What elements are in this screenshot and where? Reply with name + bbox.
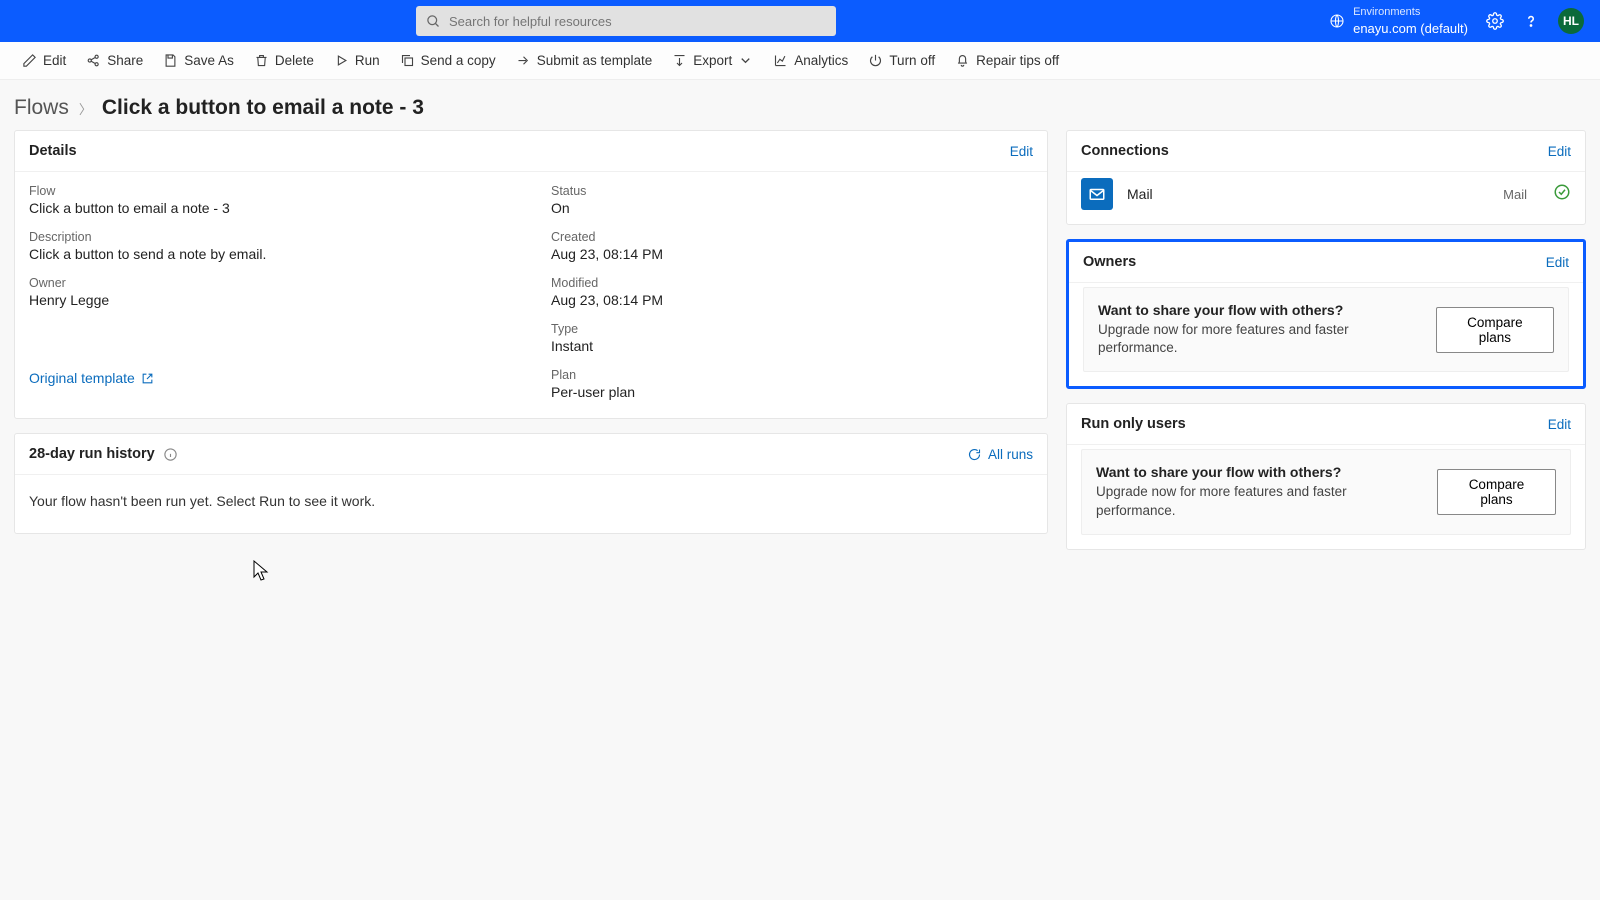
repair-tips-button[interactable]: Repair tips off (947, 48, 1067, 73)
info-icon[interactable] (163, 447, 178, 462)
owners-promo-title: Want to share your flow with others? (1098, 302, 1420, 318)
type-label: Type (551, 322, 1033, 336)
save-icon (163, 53, 178, 68)
details-title: Details (29, 143, 77, 159)
submit-template-button[interactable]: Submit as template (508, 48, 661, 73)
original-template-link[interactable]: Original template (29, 370, 511, 386)
details-card: Details Edit Flow Click a button to email… (14, 130, 1048, 419)
compare-plans-button[interactable]: Compare plans (1436, 307, 1554, 353)
mouse-cursor-icon (253, 560, 269, 582)
search-input[interactable] (449, 14, 826, 29)
flow-value: Click a button to email a note - 3 (29, 200, 511, 216)
all-runs-link[interactable]: All runs (967, 447, 1033, 462)
chevron-right-icon: 〉 (79, 99, 92, 118)
delete-button[interactable]: Delete (246, 48, 322, 73)
pencil-icon (22, 53, 37, 68)
help-icon[interactable] (1522, 12, 1540, 30)
external-link-icon (141, 372, 154, 385)
search-box[interactable] (416, 6, 836, 36)
app-header: Environments enayu.com (default) HL (0, 0, 1600, 42)
turn-off-button[interactable]: Turn off (860, 48, 943, 73)
export-icon (672, 53, 687, 68)
connection-name: Mail (1127, 186, 1153, 202)
save-as-button[interactable]: Save As (155, 48, 242, 73)
run-history-card: 28-day run history All runs Your flow ha… (14, 433, 1048, 534)
copy-icon (400, 53, 415, 68)
run-only-promo-body: Upgrade now for more features and faster… (1096, 483, 1421, 519)
environment-picker[interactable]: Environments enayu.com (default) (1329, 5, 1468, 37)
compare-plans-button-2[interactable]: Compare plans (1437, 469, 1556, 515)
search-icon (426, 14, 441, 29)
owner-value: Henry Legge (29, 292, 511, 308)
environment-name: enayu.com (default) (1353, 20, 1468, 38)
owners-card: Owners Edit Want to share your flow with… (1066, 239, 1586, 389)
owner-label: Owner (29, 276, 511, 290)
connections-title: Connections (1081, 143, 1169, 159)
owners-promo: Want to share your flow with others? Upg… (1083, 287, 1569, 372)
power-icon (868, 53, 883, 68)
environment-icon (1329, 13, 1345, 29)
user-avatar[interactable]: HL (1558, 8, 1584, 34)
run-button[interactable]: Run (326, 48, 388, 73)
share-icon (86, 53, 101, 68)
status-label: Status (551, 184, 1033, 198)
check-icon (1553, 183, 1571, 206)
run-only-edit-link[interactable]: Edit (1548, 417, 1571, 432)
settings-icon[interactable] (1486, 12, 1504, 30)
connection-type: Mail (1503, 187, 1527, 202)
export-button[interactable]: Export (664, 48, 761, 73)
run-only-promo-title: Want to share your flow with others? (1096, 464, 1421, 480)
command-bar: Edit Share Save As Delete Run Send a cop… (0, 42, 1600, 80)
chart-icon (773, 53, 788, 68)
bell-icon (955, 53, 970, 68)
plan-label: Plan (551, 368, 1033, 382)
play-icon (334, 53, 349, 68)
analytics-button[interactable]: Analytics (765, 48, 856, 73)
run-only-users-card: Run only users Edit Want to share your f… (1066, 403, 1586, 549)
trash-icon (254, 53, 269, 68)
breadcrumb-root[interactable]: Flows (14, 96, 69, 120)
flow-label: Flow (29, 184, 511, 198)
submit-icon (516, 53, 531, 68)
run-only-promo: Want to share your flow with others? Upg… (1081, 449, 1571, 534)
status-value: On (551, 200, 1033, 216)
environment-label: Environments (1353, 5, 1468, 20)
connections-card: Connections Edit Mail Mail (1066, 130, 1586, 225)
chevron-down-icon (738, 53, 753, 68)
plan-value: Per-user plan (551, 384, 1033, 400)
owners-edit-link[interactable]: Edit (1546, 255, 1569, 270)
details-edit-link[interactable]: Edit (1010, 144, 1033, 159)
modified-label: Modified (551, 276, 1033, 290)
run-history-empty: Your flow hasn't been run yet. Select Ru… (15, 475, 1047, 533)
edit-button[interactable]: Edit (14, 48, 74, 73)
refresh-icon (967, 447, 982, 462)
share-button[interactable]: Share (78, 48, 151, 73)
type-value: Instant (551, 338, 1033, 354)
run-history-title: 28-day run history (29, 446, 155, 462)
description-label: Description (29, 230, 511, 244)
connections-edit-link[interactable]: Edit (1548, 144, 1571, 159)
owners-promo-body: Upgrade now for more features and faster… (1098, 321, 1420, 357)
run-only-title: Run only users (1081, 416, 1186, 432)
created-value: Aug 23, 08:14 PM (551, 246, 1033, 262)
owners-title: Owners (1083, 254, 1136, 270)
breadcrumb-current: Click a button to email a note - 3 (102, 96, 424, 120)
connection-row[interactable]: Mail Mail (1067, 172, 1585, 224)
send-copy-button[interactable]: Send a copy (392, 48, 504, 73)
mail-icon (1081, 178, 1113, 210)
modified-value: Aug 23, 08:14 PM (551, 292, 1033, 308)
created-label: Created (551, 230, 1033, 244)
description-value: Click a button to send a note by email. (29, 246, 511, 262)
breadcrumb: Flows 〉 Click a button to email a note -… (0, 80, 1600, 130)
